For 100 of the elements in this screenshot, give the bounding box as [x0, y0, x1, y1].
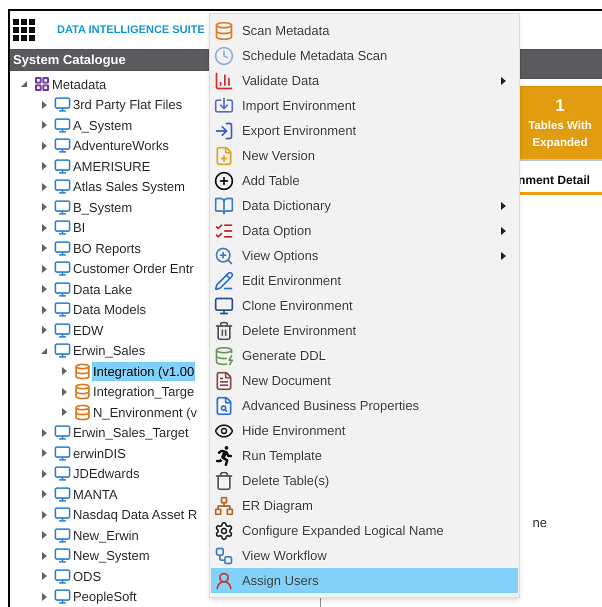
menu-item[interactable]: Scan Metadata [211, 18, 518, 43]
monitor-icon [54, 342, 71, 360]
menu-item[interactable]: Import Environment [211, 93, 518, 118]
expand-arrow-icon[interactable] [40, 572, 48, 580]
grid-icon [34, 76, 50, 92]
menu-item[interactable]: Generate DDL [211, 343, 518, 368]
clock-icon [214, 46, 234, 66]
import-icon [214, 96, 234, 116]
menu-item[interactable]: Run Template [211, 443, 518, 468]
expand-arrow-icon[interactable] [60, 367, 68, 376]
menu-item[interactable]: Assign Users [211, 568, 518, 593]
tree-item[interactable]: EDW [72, 320, 104, 340]
tree-item[interactable]: PeopleSoft [72, 587, 138, 606]
app-grid-icon[interactable] [13, 19, 35, 41]
expand-arrow-icon[interactable] [40, 285, 48, 294]
expand-arrow-icon[interactable] [40, 224, 48, 232]
tree-item[interactable]: Data Lake [72, 280, 134, 299]
menu-item[interactable]: Advanced Business Properties [211, 393, 518, 418]
expand-arrow-icon[interactable] [40, 490, 48, 498]
monitor-icon [54, 301, 71, 318]
tree-item[interactable]: B_System [72, 198, 134, 217]
expand-arrow-icon[interactable] [40, 203, 48, 212]
tree-item[interactable]: AdventureWorks [72, 136, 170, 156]
expand-arrow-icon[interactable] [40, 264, 48, 273]
expand-arrow-icon[interactable] [40, 428, 48, 437]
expand-arrow-icon[interactable] [40, 244, 48, 252]
database-icon [74, 404, 91, 421]
expand-arrow-icon[interactable] [40, 100, 48, 109]
bar-chart-icon [214, 70, 234, 90]
menu-item[interactable]: Add Table [211, 168, 518, 193]
tree-item[interactable]: Integration_Targe [92, 382, 196, 402]
tree-item[interactable]: Atlas Sales System [72, 177, 186, 196]
expand-arrow-icon[interactable] [40, 182, 48, 191]
monitor-icon [54, 240, 71, 257]
tree-item[interactable]: 3rd Party Flat Files [72, 95, 184, 114]
collapse-arrow-icon[interactable] [20, 80, 28, 88]
new-file-icon [214, 146, 234, 166]
tree-item[interactable]: BO Reports [72, 238, 142, 258]
tree-item[interactable]: JDEdwards [72, 464, 140, 484]
expand-arrow-icon[interactable] [40, 510, 48, 519]
expand-arrow-icon[interactable] [40, 531, 48, 540]
menu-item[interactable]: Data Option [211, 218, 518, 243]
menu-item[interactable]: Delete Environment [211, 318, 518, 343]
tree-item[interactable]: Erwin_Sales [72, 341, 146, 360]
tree-item[interactable]: N_Environment (v [92, 402, 198, 422]
tree-item[interactable]: Erwin_Sales_Target [72, 423, 190, 442]
monitor-icon [54, 506, 71, 524]
menu-item[interactable]: Edit Environment [211, 268, 518, 293]
file-search-icon [214, 396, 234, 416]
menu-item[interactable]: Delete Table(s) [211, 468, 518, 493]
tree-item[interactable]: Customer Order Entr [72, 259, 195, 278]
expand-arrow-icon[interactable] [40, 121, 48, 130]
expand-arrow-icon[interactable] [60, 388, 68, 396]
pencil-icon [214, 270, 234, 290]
expand-arrow-icon[interactable] [40, 162, 48, 170]
tree-item[interactable]: AMERISURE [72, 156, 152, 176]
menu-item[interactable]: View Options [211, 243, 518, 268]
zoom-icon [214, 246, 234, 266]
expand-arrow-icon[interactable] [40, 306, 48, 314]
monitor-icon [54, 260, 71, 278]
menu-item[interactable]: Clone Environment [211, 293, 518, 318]
tree-item[interactable]: BI [72, 218, 86, 238]
menu-item[interactable]: New Version [211, 143, 518, 168]
menu-item[interactable]: Validate Data [211, 68, 518, 93]
menu-item[interactable]: View Workflow [211, 543, 518, 568]
monitor-icon [54, 116, 71, 134]
menu-item[interactable]: Export Environment [211, 118, 518, 143]
expand-arrow-icon[interactable] [40, 326, 48, 334]
tree-item[interactable]: A_System [72, 116, 134, 135]
expand-arrow-icon[interactable] [40, 552, 48, 560]
expand-arrow-icon[interactable] [60, 408, 68, 416]
menu-item[interactable]: New Document [211, 368, 518, 393]
menu-item[interactable]: Hide Environment [211, 418, 518, 443]
hierarchy-icon [214, 496, 234, 516]
collapse-arrow-icon[interactable] [40, 346, 48, 355]
summary-label: Expanded [532, 136, 588, 152]
tree-item[interactable]: Metadata [51, 74, 108, 94]
expand-arrow-icon[interactable] [40, 470, 48, 478]
menu-item[interactable]: Configure Expanded Logical Name [211, 518, 518, 543]
monitor-icon [54, 219, 71, 236]
menu-item[interactable]: ER Diagram [211, 493, 518, 518]
summary-label: Tables With [528, 119, 592, 134]
expand-arrow-icon[interactable] [40, 592, 48, 601]
monitor-icon [214, 296, 234, 316]
tree-item[interactable]: Nasdaq Data Asset R [72, 505, 198, 524]
tree-item[interactable]: Data Models [72, 300, 147, 320]
tree-item[interactable]: MANTA [72, 484, 119, 504]
monitor-icon [54, 547, 71, 564]
monitor-icon [54, 280, 71, 298]
tree-item[interactable]: New_System [72, 546, 151, 566]
expand-arrow-icon[interactable] [40, 142, 48, 150]
tree-item[interactable]: New_Erwin [72, 526, 140, 545]
expand-arrow-icon[interactable] [40, 449, 48, 458]
tree-item[interactable]: erwinDIS [72, 444, 127, 463]
menu-item[interactable]: Data Dictionary [211, 193, 518, 218]
tree-item[interactable]: Integration (v1.00 [92, 362, 196, 381]
summary-count: 1 [555, 94, 565, 116]
tree-item[interactable]: ODS [72, 566, 102, 586]
monitor-icon [54, 322, 71, 339]
plus-circle-icon [214, 170, 234, 190]
